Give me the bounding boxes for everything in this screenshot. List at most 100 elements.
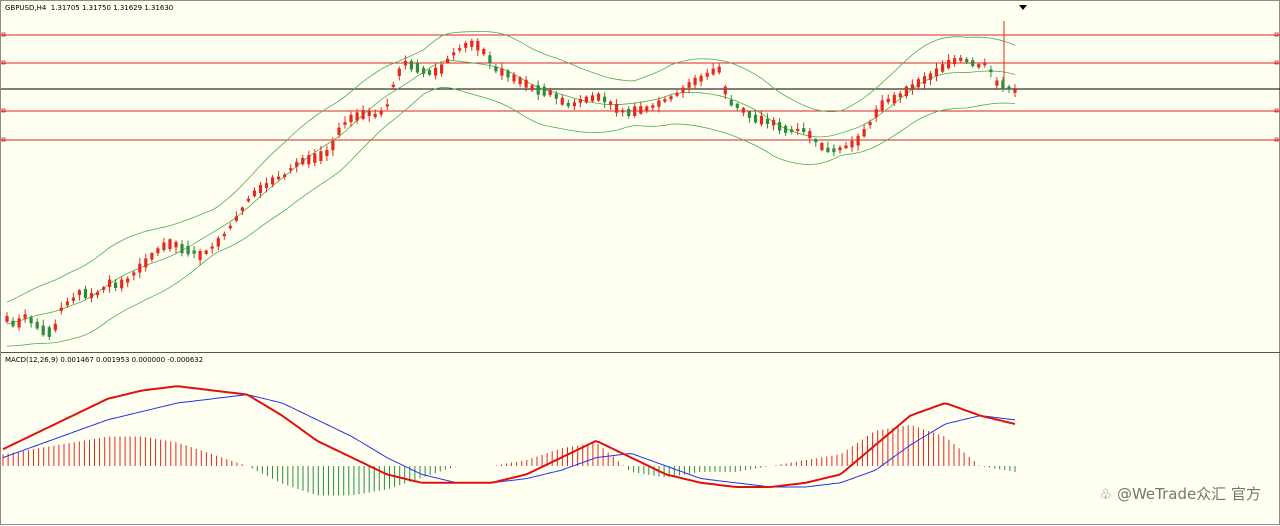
candle-body [204,250,208,254]
candle-body [874,109,878,118]
candle-body [838,147,842,151]
candle-body [156,248,160,254]
candle-body [904,86,908,96]
candle-body [554,93,558,99]
candle-body [47,327,51,337]
candle-body [989,69,993,73]
candle-body [922,76,927,84]
candle-body [995,80,999,86]
candle-body [687,82,691,88]
candle-body [71,297,75,301]
watermark-text: @WeTrade众汇 官方 [1116,485,1261,503]
candle-body [627,109,631,116]
candle-body [657,100,661,107]
candle-body [826,147,830,153]
candle-body [808,131,812,139]
price-chart-pane[interactable]: GBPUSD,H4 1.31705 1.31750 1.31629 1.3163… [1,1,1280,353]
candle-body [162,242,166,250]
candle-body [717,66,721,73]
candle-body [566,102,570,107]
candle-body [440,64,444,74]
candle-body [711,68,715,75]
macd-main-line [2,385,1016,488]
candle-body [832,148,836,153]
candle-body [765,118,770,124]
price-chart-svg[interactable] [1,1,1280,352]
candle-body [174,241,178,248]
candle-body [65,301,69,306]
candle-body [367,111,371,116]
candle-body [240,207,244,211]
candle-body [729,99,733,106]
candle-body [476,40,480,51]
candle-body [741,108,745,113]
candle-body [669,96,673,100]
candle-body [41,325,45,336]
candle-body [856,135,860,146]
candle-body [784,125,788,133]
candle-body [168,239,172,249]
candle-body [934,68,939,77]
candle-body [150,253,154,260]
candle-body [959,57,963,61]
candle-body [277,176,281,180]
candle-body [349,114,353,122]
candle-body [482,49,486,55]
candle-body [651,105,655,108]
candle-body [560,97,564,105]
candle-body [759,116,764,125]
candle-body [180,244,184,254]
chart-shift-marker [1019,5,1027,10]
candle-body [645,106,649,111]
candle-body [228,225,232,229]
candle-body [603,96,607,103]
candle-body [530,85,534,91]
macd-chart-svg[interactable] [1,353,1280,526]
candle-body [373,113,377,117]
candle-body [524,79,528,88]
macd-signal-line [2,394,1016,488]
candle-body [910,84,914,89]
candle-body [59,307,63,312]
candle-body [108,279,112,287]
candle-body [898,93,902,98]
candle-body [434,67,438,76]
candle-body [120,279,124,289]
candle-body [814,139,818,143]
candle-body [850,140,854,148]
candle-body [403,61,407,66]
candle-body [53,323,57,331]
bollinger-upper-band [6,30,1016,303]
candle-body [953,58,957,64]
chart-window[interactable]: GBPUSD,H4 1.31705 1.31750 1.31629 1.3163… [0,0,1280,525]
candle-body [844,145,848,149]
candle-body [548,90,552,95]
symbol-ohlc-label: GBPUSD,H4 1.31705 1.31750 1.31629 1.3163… [5,4,174,12]
candle-body [633,106,637,116]
candle-body [1013,89,1017,93]
candle-body [264,183,269,188]
candle-body [427,70,432,75]
candle-body [452,52,456,56]
candle-body [379,110,383,115]
candle-body [23,314,27,319]
candle-body [385,104,389,107]
macd-indicator-pane[interactable]: MACD(12,26,9) 0.001467 0.001953 0.000000… [1,353,1280,526]
candle-body [295,161,299,167]
candle-body [615,104,619,113]
candle-body [271,177,275,185]
candle-body [621,110,625,113]
candle-body [319,151,323,161]
candle-body [77,290,81,296]
candle-body [542,86,546,96]
candle-body [778,122,782,131]
candle-body [639,106,643,114]
candle-body [446,58,450,63]
candle-body [210,246,214,249]
candle-body [283,174,287,177]
candle-body [928,73,933,80]
candle-body [421,68,426,74]
candle-body [572,102,576,107]
candle-body [1007,86,1011,89]
candle-body [862,129,866,137]
